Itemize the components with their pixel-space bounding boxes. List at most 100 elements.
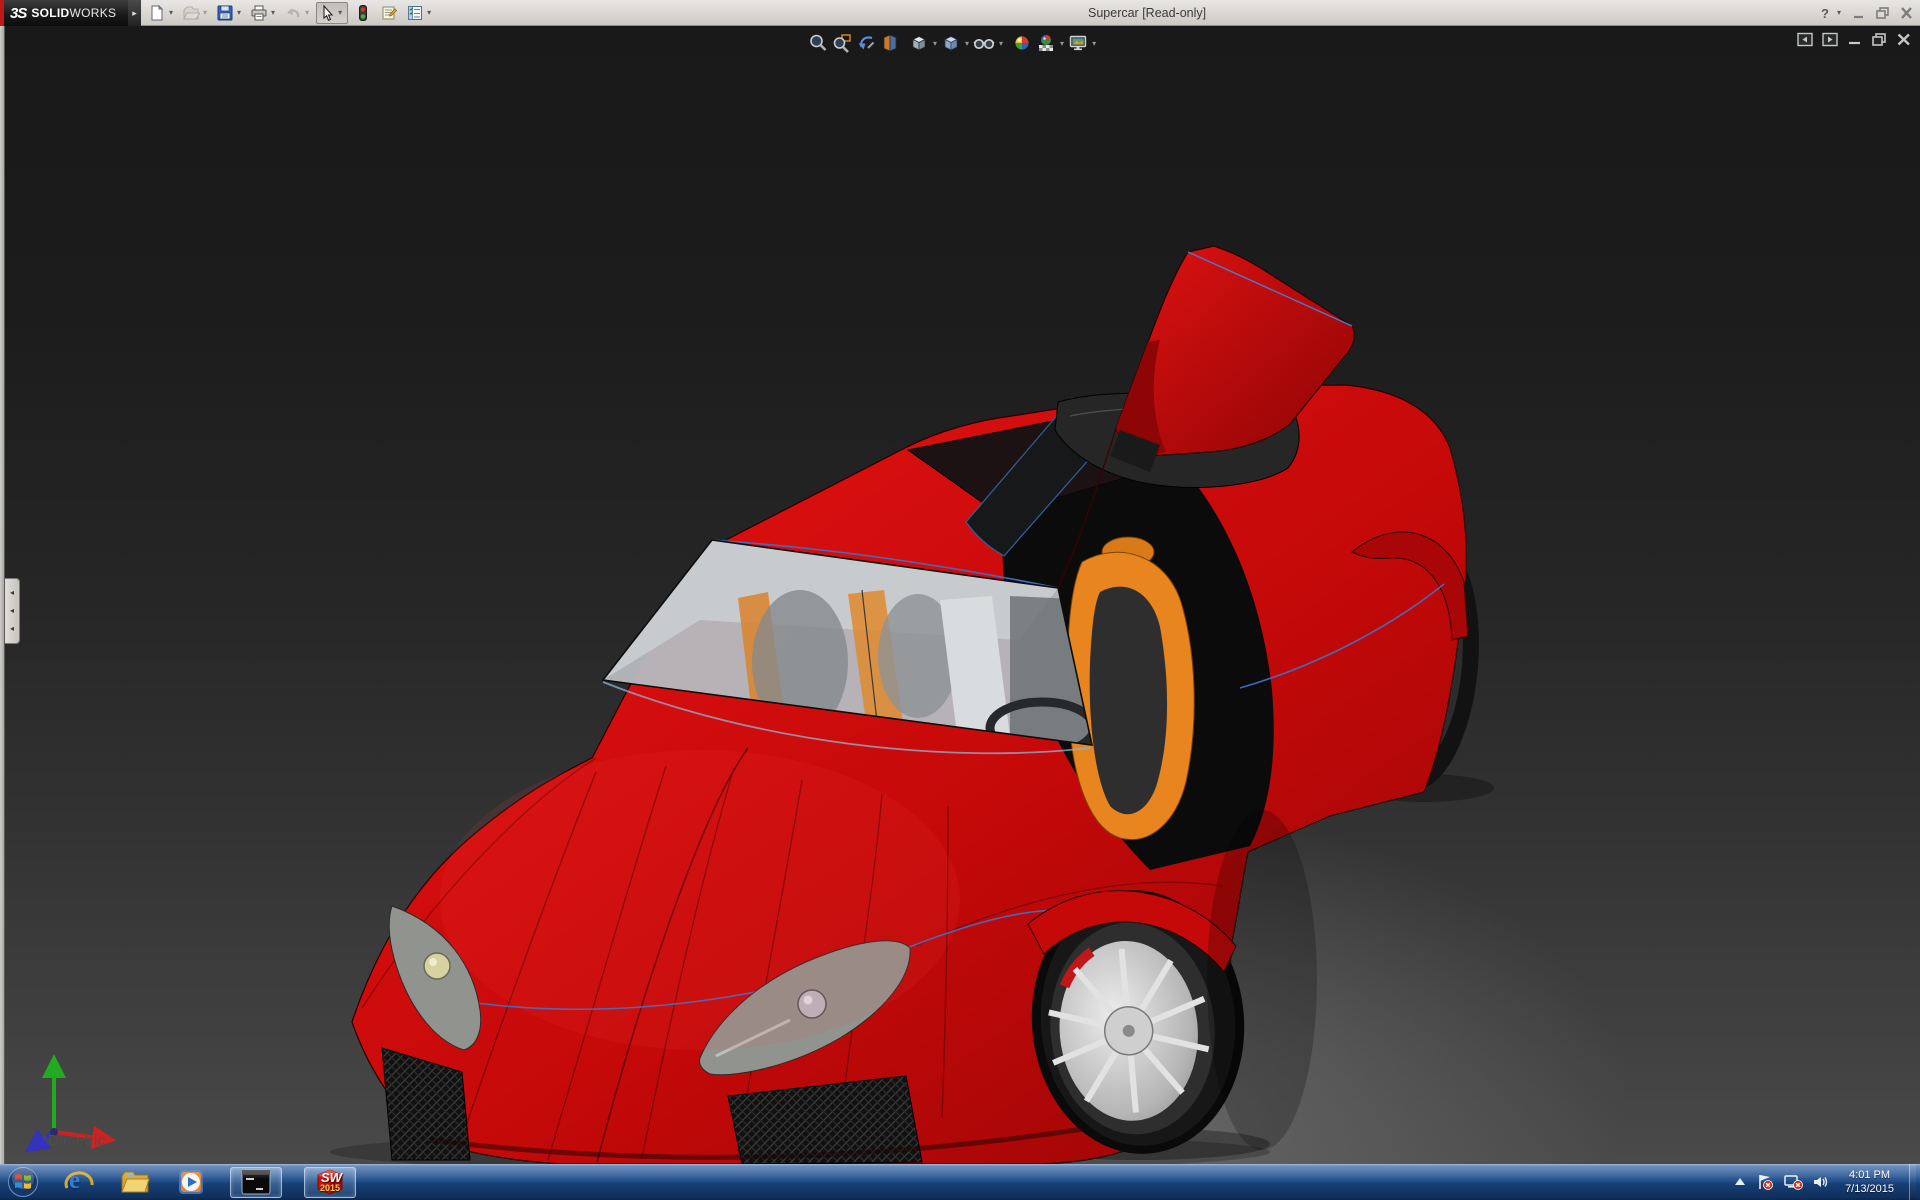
action-center-flag-icon[interactable] [1756, 1173, 1774, 1191]
save-dropdown[interactable]: ▾ [236, 2, 244, 24]
taskbar-command-prompt[interactable] [230, 1166, 282, 1198]
print-icon [251, 5, 267, 21]
document-window-controls [1797, 32, 1912, 47]
apply-scene-icon [1039, 35, 1054, 51]
undo-dropdown: ▾ [305, 8, 310, 17]
doc-restore-button[interactable] [1871, 32, 1888, 47]
doc-close-button[interactable] [1896, 32, 1912, 47]
solidworks-logo: 3S SOLID WORKS [0, 0, 128, 26]
open-dropdown: ▾ [203, 8, 208, 17]
media-player-icon [179, 1170, 203, 1194]
doc-minimize-button[interactable] [1847, 32, 1863, 47]
hood-sheen [440, 750, 960, 1050]
select-cursor-icon [323, 4, 334, 22]
section-view-icon [883, 34, 897, 52]
show-desktop-button[interactable] [1909, 1164, 1916, 1200]
open-document-button[interactable] [180, 2, 202, 24]
previous-view-icon [858, 36, 875, 50]
supercar-model[interactable] [0, 26, 1920, 1164]
rebuild-traffic-light-icon [359, 5, 368, 21]
zoom-to-area-icon [833, 34, 851, 53]
volume-icon[interactable] [1812, 1174, 1830, 1190]
edit-appearance-button[interactable] [1010, 31, 1034, 55]
view-orientation-button[interactable] [907, 31, 931, 55]
display-style-dropdown[interactable]: ▾ [963, 39, 971, 48]
3ds-logo-mark: 3S [10, 4, 27, 22]
menu-flyout-arrow[interactable]: ▸ [128, 0, 141, 26]
restore-button[interactable] [1874, 5, 1892, 21]
hide-show-glasses-icon [973, 38, 995, 50]
folder-icon [121, 1171, 150, 1193]
close-button[interactable] [1898, 5, 1916, 21]
options-icon [408, 6, 423, 20]
taskbar-windows-explorer[interactable] [118, 1166, 152, 1198]
headsup-view-toolbar: ▾ ▾ ▾ ▾ ▾ [806, 31, 1098, 55]
undo-button[interactable] [282, 2, 304, 24]
view-settings-dropdown[interactable]: ▾ [1090, 39, 1098, 48]
ie-swoosh [64, 1171, 94, 1189]
options-dropdown[interactable]: ▾ [426, 2, 434, 24]
view-orientation-dropdown[interactable]: ▾ [931, 39, 939, 48]
new-document-button[interactable] [146, 2, 168, 24]
solidworks-2015-icon: SW 2015 [317, 1169, 343, 1195]
select-dropdown[interactable]: ▾ [337, 2, 345, 24]
windows-taskbar: e SW 2015 4:01 PM 7/13/2015 [0, 1164, 1920, 1200]
zoom-to-area-button[interactable] [830, 31, 854, 55]
pane-left-button[interactable] [1797, 32, 1814, 47]
hide-show-dropdown[interactable]: ▾ [997, 39, 1005, 48]
select-tool-button[interactable]: ▾ [316, 2, 349, 24]
display-style-icon [944, 36, 958, 51]
view-settings-button[interactable] [1066, 31, 1090, 55]
help-dropdown[interactable]: ▾ [1836, 2, 1844, 24]
system-tray: 4:01 PM 7/13/2015 [1733, 1164, 1916, 1200]
section-view-button[interactable] [878, 31, 902, 55]
save-floppy-icon [217, 5, 233, 21]
featuremanager-expand-tab[interactable]: ◂ ◂ ◂ [5, 578, 20, 644]
zoom-to-fit-icon [810, 34, 827, 51]
start-button[interactable] [6, 1166, 40, 1198]
undo-icon [287, 8, 300, 18]
document-title: Supercar [Read-only] [1088, 6, 1207, 20]
display-style-button[interactable] [939, 31, 963, 55]
save-button[interactable] [214, 2, 236, 24]
previous-view-button[interactable] [854, 31, 878, 55]
help-button[interactable]: ? [1820, 6, 1830, 21]
view-orientation-cube-icon [912, 36, 926, 51]
hide-show-items-button[interactable] [971, 31, 997, 55]
solidworks-app: 3S SOLID WORKS ▸ ▾ ▾ ▾ ▾ ▾ ▾ ▾ Supercar … [0, 0, 1920, 1200]
rebuild-button[interactable] [352, 2, 374, 24]
edit-appearance-ball-icon [1014, 35, 1030, 51]
standard-toolbar: ▾ ▾ ▾ ▾ ▾ ▾ ▾ [146, 0, 434, 26]
zoom-to-fit-button[interactable] [806, 31, 830, 55]
print-dropdown[interactable]: ▾ [270, 2, 278, 24]
clock-time: 4:01 PM [1849, 1169, 1891, 1181]
clock-date: 7/13/2015 [1845, 1183, 1894, 1195]
view-orientation-label: *Dimetric [42, 1132, 106, 1149]
taskbar-clock[interactable]: 4:01 PM 7/13/2015 [1839, 1168, 1900, 1196]
minimize-button[interactable] [1850, 5, 1868, 21]
file-properties-icon [382, 6, 398, 20]
pane-right-button[interactable] [1822, 32, 1839, 47]
title-bar: 3S SOLID WORKS ▸ ▾ ▾ ▾ ▾ ▾ ▾ ▾ Supercar … [0, 0, 1920, 26]
network-status-icon[interactable] [1783, 1173, 1803, 1191]
new-document-icon [151, 4, 164, 21]
app-window-controls: ? ▾ [1820, 0, 1916, 26]
logo-red-accent [0, 0, 4, 26]
hidden-icons-button[interactable] [1733, 1176, 1747, 1188]
logo-text-solid: SOLID [31, 6, 70, 20]
graphics-viewport[interactable]: ▾ ▾ ▾ ▾ ▾ ◂ ◂ ◂ *Dimetric [0, 26, 1920, 1164]
options-button[interactable] [404, 2, 426, 24]
taskbar-solidworks-2015[interactable]: SW 2015 [304, 1166, 356, 1198]
apply-scene-button[interactable] [1034, 31, 1058, 55]
apply-scene-dropdown[interactable]: ▾ [1058, 39, 1066, 48]
new-dropdown[interactable]: ▾ [168, 2, 176, 24]
view-settings-monitor-icon [1069, 35, 1087, 51]
flank-shading [1207, 810, 1317, 1150]
file-properties-button[interactable] [378, 2, 400, 24]
print-button[interactable] [248, 2, 270, 24]
windows-start-orb [8, 1167, 38, 1197]
taskbar-media-player[interactable] [174, 1166, 208, 1198]
taskbar-internet-explorer[interactable]: e [62, 1166, 96, 1198]
command-prompt-icon [241, 1169, 271, 1195]
open-folder-icon [183, 6, 201, 20]
